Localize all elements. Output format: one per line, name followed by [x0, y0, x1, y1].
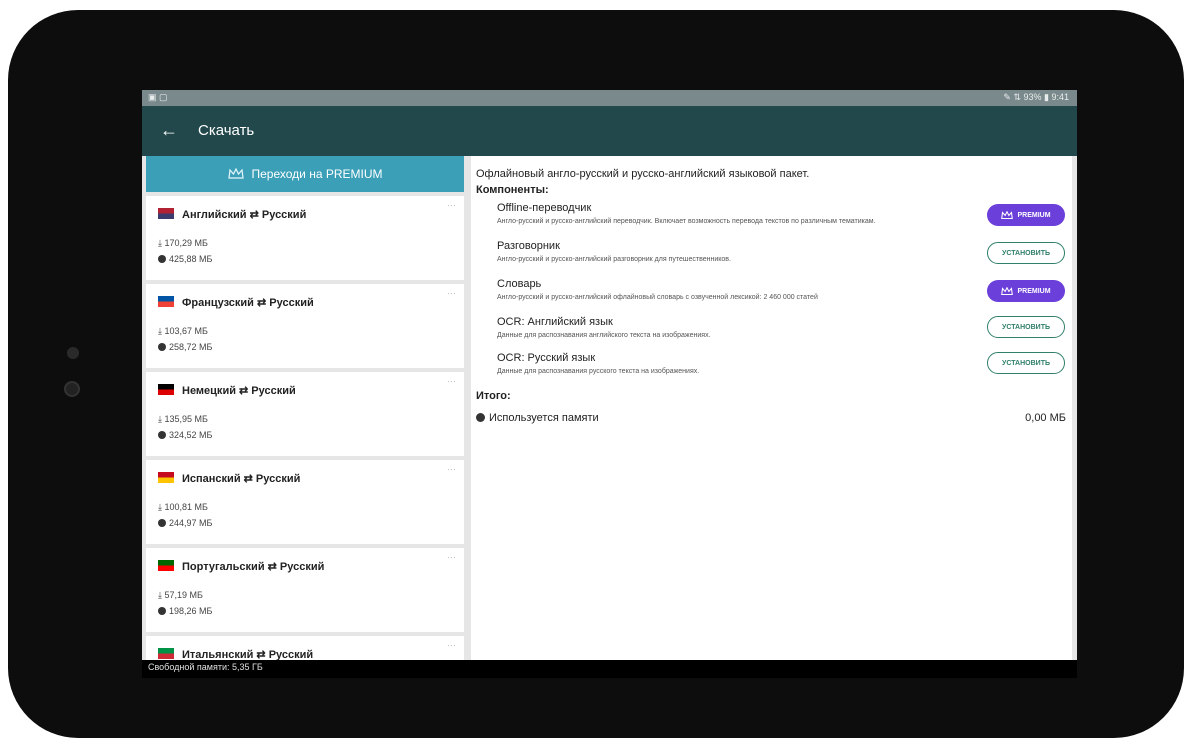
pack-name: Французский ⇄ Русский: [182, 297, 314, 309]
more-icon[interactable]: ⋯: [447, 640, 456, 651]
flag-icon: [158, 384, 174, 395]
flag-icon: [158, 296, 174, 307]
install-button[interactable]: УСТАНОВИТЬ: [987, 316, 1065, 338]
flag-icon: [158, 472, 174, 483]
pack-card-english[interactable]: Английский ⇄ Русский ⋯ ⤓ 170,29 МБ 425,8…: [146, 196, 464, 280]
memory-used-label: Используется памяти: [489, 412, 599, 424]
component-offline-translator: Offline-переводчик Англо-русский и русск…: [497, 202, 967, 225]
component-ocr-english: OCR: Английский язык Данные для распозна…: [497, 316, 967, 339]
pack-name: Немецкий ⇄ Русский: [182, 385, 296, 397]
disk-size: 324,52 МБ: [158, 430, 212, 440]
storage-icon: [476, 413, 485, 422]
install-button[interactable]: УСТАНОВИТЬ: [987, 242, 1065, 264]
install-button[interactable]: УСТАНОВИТЬ: [987, 352, 1065, 374]
crown-icon: [1001, 210, 1014, 219]
pack-description: Офлайновый англо-русский и русско-англий…: [476, 168, 810, 180]
crown-icon: [227, 168, 244, 179]
component-subtitle: Англо-русский и русско-английский перево…: [497, 218, 876, 225]
more-icon[interactable]: ⋯: [447, 200, 456, 211]
premium-button-label: PREMIUM: [1017, 287, 1051, 295]
pack-card-italian[interactable]: Итальянский ⇄ Русский ⋯: [146, 636, 464, 660]
pack-card-portuguese[interactable]: Португальский ⇄ Русский ⋯ ⤓ 57,19 МБ 198…: [146, 548, 464, 632]
flag-icon: [158, 560, 174, 571]
app-bar: ← Скачать: [142, 106, 1077, 156]
storage-icon: [158, 343, 166, 351]
status-bar: ▣ ▢ ✎ ⇅ 93% ▮ 9:41: [142, 90, 1077, 106]
go-premium-label: Переходи на PREMIUM: [251, 167, 383, 181]
flag-icon: [158, 648, 174, 659]
disk-size: 425,88 МБ: [158, 254, 212, 264]
memory-used: Используется памяти: [476, 412, 599, 424]
total-heading: Итого:: [476, 390, 511, 402]
component-dictionary: Словарь Англо-русский и русско-английски…: [497, 278, 967, 301]
component-title: Словарь: [497, 278, 542, 290]
disk-size-value: 198,26 МБ: [169, 606, 213, 616]
back-arrow-icon[interactable]: ←: [160, 120, 178, 141]
disk-size: 258,72 МБ: [158, 342, 212, 352]
more-icon[interactable]: ⋯: [447, 376, 456, 387]
pack-name: Испанский ⇄ Русский: [182, 473, 301, 485]
download-size: ⤓ 170,29 МБ: [158, 238, 208, 248]
free-memory-bar: Свободной памяти: 5,35 ГБ: [142, 660, 1077, 678]
sensor-dot: [67, 347, 79, 359]
pack-details: Офлайновый англо-русский и русско-англий…: [471, 156, 1072, 660]
pack-name: Итальянский ⇄ Русский: [182, 649, 314, 660]
download-size: ⤓ 57,19 МБ: [158, 590, 203, 600]
more-icon[interactable]: ⋯: [447, 288, 456, 299]
premium-button[interactable]: PREMIUM: [987, 204, 1065, 226]
disk-size-value: 258,72 МБ: [169, 342, 213, 352]
component-phrasebook: Разговорник Англо-русский и русско-англи…: [497, 240, 967, 263]
component-subtitle: Данные для распознавания английского тек…: [497, 332, 711, 339]
pack-name: Английский ⇄ Русский: [182, 209, 307, 221]
disk-size: 244,97 МБ: [158, 518, 212, 528]
component-subtitle: Данные для распознавания русского текста…: [497, 368, 700, 375]
screen: ▣ ▢ ✎ ⇅ 93% ▮ 9:41 ← Скачать Переходи на…: [142, 90, 1077, 678]
storage-icon: [158, 431, 166, 439]
disk-size-value: 425,88 МБ: [169, 254, 213, 264]
camera-lens: [64, 381, 80, 397]
pack-card-french[interactable]: Французский ⇄ Русский ⋯ ⤓ 103,67 МБ 258,…: [146, 284, 464, 368]
component-title: Разговорник: [497, 240, 560, 252]
pack-card-german[interactable]: Немецкий ⇄ Русский ⋯ ⤓ 135,95 МБ 324,52 …: [146, 372, 464, 456]
disk-size-value: 244,97 МБ: [169, 518, 213, 528]
component-ocr-russian: OCR: Русский язык Данные для распознаван…: [497, 352, 967, 375]
go-premium-button[interactable]: Переходи на PREMIUM: [146, 156, 464, 192]
pack-card-spanish[interactable]: Испанский ⇄ Русский ⋯ ⤓ 100,81 МБ 244,97…: [146, 460, 464, 544]
storage-icon: [158, 519, 166, 527]
component-title: OCR: Английский язык: [497, 316, 613, 328]
language-pack-list[interactable]: Переходи на PREMIUM Английский ⇄ Русский…: [146, 156, 464, 660]
disk-size-value: 324,52 МБ: [169, 430, 213, 440]
storage-icon: [158, 607, 166, 615]
flag-icon: [158, 208, 174, 219]
component-title: OCR: Русский язык: [497, 352, 596, 364]
components-heading: Компоненты:: [476, 184, 549, 196]
component-title: Offline-переводчик: [497, 202, 592, 214]
premium-button-label: PREMIUM: [1017, 211, 1051, 219]
content: Переходи на PREMIUM Английский ⇄ Русский…: [142, 156, 1077, 660]
download-size: ⤓ 135,95 МБ: [158, 414, 208, 424]
status-right-indicators: ✎ ⇅ 93% ▮ 9:41: [1003, 92, 1069, 102]
component-subtitle: Англо-русский и русско-английский разгов…: [497, 256, 731, 263]
download-size: ⤓ 100,81 МБ: [158, 502, 208, 512]
crown-icon: [1001, 286, 1014, 295]
more-icon[interactable]: ⋯: [447, 464, 456, 475]
status-left-icons: ▣ ▢: [148, 92, 168, 102]
memory-used-value: 0,00 МБ: [1025, 412, 1066, 424]
pack-name: Португальский ⇄ Русский: [182, 561, 325, 573]
premium-button[interactable]: PREMIUM: [987, 280, 1065, 302]
storage-icon: [158, 255, 166, 263]
more-icon[interactable]: ⋯: [447, 552, 456, 563]
download-size: ⤓ 103,67 МБ: [158, 326, 208, 336]
free-memory-text: Свободной памяти: 5,35 ГБ: [148, 662, 263, 672]
page-title: Скачать: [198, 122, 255, 139]
component-subtitle: Англо-русский и русско-английский офлайн…: [497, 294, 818, 301]
disk-size: 198,26 МБ: [158, 606, 212, 616]
